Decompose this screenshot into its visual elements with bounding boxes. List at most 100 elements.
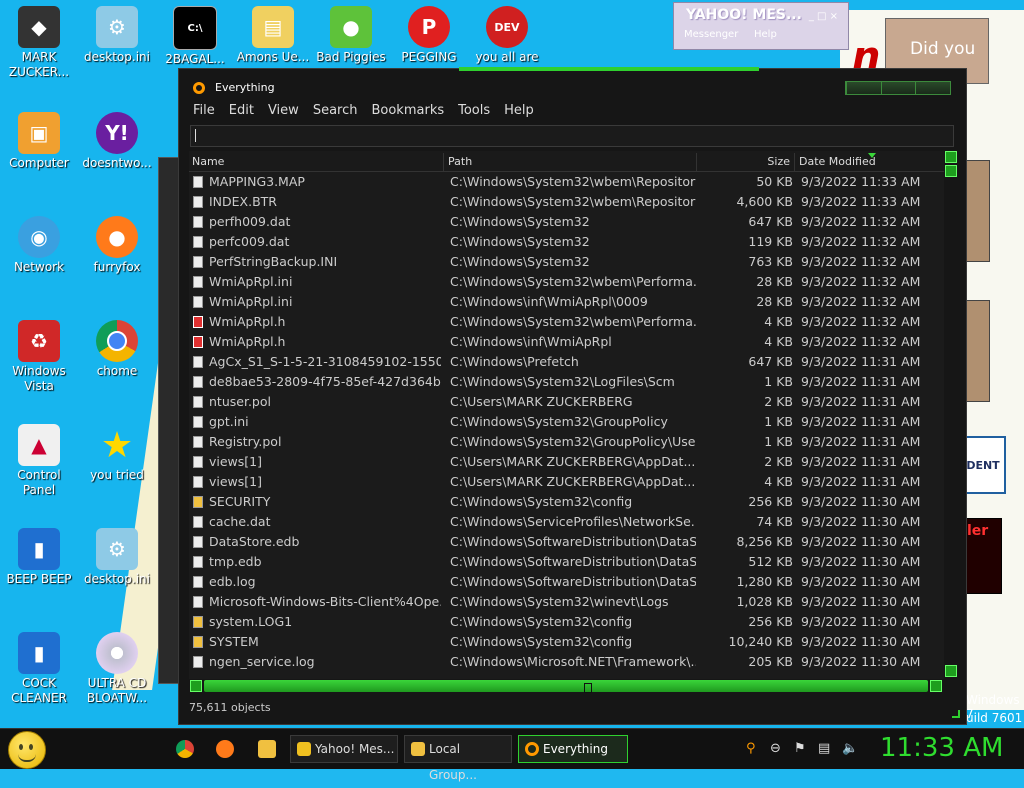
scroll-right-arrow[interactable] [930,680,942,692]
network-icon[interactable]: ▤ [818,741,830,756]
minimize-button[interactable] [846,82,881,94]
desktop-icon-windows-vista[interactable]: ♻ Windows Vista [0,320,78,394]
desktop-icon-network[interactable]: ◉ Network [0,216,78,275]
column-date-modified[interactable]: Date Modified [796,153,944,171]
task-local-group-policy[interactable]: Local Group... [404,735,512,782]
task-everything[interactable]: Everything [518,735,628,763]
table-row[interactable]: SYSTEM C:\Windows\System32\config 10,240 K… [189,632,944,652]
maximize-button[interactable] [880,82,916,94]
everything-window[interactable]: Everything File Edit View Search Bookmar… [178,67,967,725]
desktop-icon-doesntwo[interactable]: Y! doesntwo... [78,112,156,171]
file-name-cell: WmiApRpl.h [209,314,286,329]
scroll-left-arrow[interactable] [190,680,202,692]
table-row[interactable]: perfh009.dat C:\Windows\System32 647 KB 9/3… [189,212,944,232]
table-row[interactable]: system.LOG1 C:\Windows\System32\config 256… [189,612,944,632]
table-row[interactable]: Microsoft-Windows-Bits-Client%4Ope... C:\… [189,592,944,612]
table-row[interactable]: MAPPING3.MAP C:\Windows\System32\wbem\Rep… [189,172,944,192]
table-row[interactable]: WmiApRpl.h C:\Windows\System32\wbem\Perfo… [189,312,944,332]
file-icon [193,516,203,528]
menu-view[interactable]: View [268,103,299,118]
table-row[interactable]: SECURITY C:\Windows\System32\config 256 KB… [189,492,944,512]
column-path[interactable]: Path [445,153,697,171]
desktop-icon-pegging[interactable]: P PEGGING [390,6,468,65]
window-title-text: Everything [215,81,275,94]
table-row[interactable]: views[1] C:\Users\MARK ZUCKERBERG\AppDat.… [189,472,944,492]
table-row[interactable]: INDEX.BTR C:\Windows\System32\wbem\Reposi… [189,192,944,212]
table-row[interactable]: tmp.edb C:\Windows\SoftwareDistribution\D… [189,552,944,572]
desktop-icon-chome[interactable]: chome [78,320,156,379]
chrome-icon[interactable] [176,740,194,758]
table-row[interactable]: ntuser.pol C:\Users\MARK ZUCKERBERG 2 KB 9/… [189,392,944,412]
search-input[interactable] [190,125,954,147]
scroll-down-arrow[interactable] [945,665,957,677]
file-icon [193,556,203,568]
table-row[interactable]: perfc009.dat C:\Windows\System32 119 KB 9/3… [189,232,944,252]
menu-help[interactable]: Help [504,103,534,118]
table-row[interactable]: WmiApRpl.h C:\Windows\inf\WmiApRpl 4 KB 9/3… [189,332,944,352]
column-name[interactable]: Name [189,153,444,171]
desktop-icon-desktop-ini[interactable]: ⚙ desktop.ini [78,6,156,65]
column-size[interactable]: Size [698,153,795,171]
desktop-icon-you-tried[interactable]: ★ you tried [78,424,156,483]
file-icon [193,536,203,548]
desktop-icon-computer[interactable]: ▣ Computer [0,112,78,171]
menu-file[interactable]: File [193,103,215,118]
yahoo-menu-messenger[interactable]: Messenger [684,29,738,40]
file-name-cell: DataStore.edb [209,534,300,549]
desktop-icon-bad-piggies[interactable]: ● Bad Piggies [312,6,390,65]
desktop-icon-devcpp[interactable]: DEV you all are [468,6,546,65]
yahoo-messenger-window[interactable]: YAHOO! MES... _ □ × Messenger Help [673,2,849,50]
menu-tools[interactable]: Tools [458,103,490,118]
task-label: Yahoo! Mes... [315,742,395,756]
firefox-icon[interactable] [216,740,234,758]
desktop-icon-ultra-cd[interactable]: ULTRA CD BLOATW... [78,632,156,706]
table-row[interactable]: WmiApRpl.ini C:\Windows\System32\wbem\Per… [189,272,944,292]
yahoo-window-controls[interactable]: _ □ × [809,11,838,22]
volume-icon[interactable]: 🔈 [842,741,858,756]
file-date-cell: 9/3/2022 11:30 AM [801,634,921,649]
desktop-icon-amons[interactable]: ▤ Amons Ue... [234,6,312,65]
menu-bookmarks[interactable]: Bookmarks [371,103,444,118]
table-row[interactable]: de8bae53-2809-4f75-85ef-427d364b9... C:\W… [189,372,944,392]
table-row[interactable]: gpt.ini C:\Windows\System32\GroupPolicy 1 … [189,412,944,432]
menu-search[interactable]: Search [313,103,358,118]
desktop-icon-control-panel[interactable]: ▲ Control Panel [0,424,78,498]
resize-grip[interactable] [952,710,960,718]
file-date-cell: 9/3/2022 11:32 AM [801,294,921,309]
desktop-icon-mark-zucker[interactable]: ◆ MARK ZUCKER... [0,6,78,80]
task-yahoo-messenger[interactable]: Yahoo! Mes... [290,735,398,763]
vertical-scrollbar[interactable] [944,151,958,679]
desktop-icon-label: Computer [9,156,69,170]
table-row[interactable]: views[1] C:\Users\MARK ZUCKERBERG\AppDat.… [189,452,944,472]
file-path-cell: C:\Windows\System32\LogFiles\Scm [450,374,675,389]
desktop-icon-cock-cleaner[interactable]: ▮ COCK CLEANER [0,632,78,706]
scroll-thumb[interactable] [945,165,957,177]
menu-edit[interactable]: Edit [229,103,254,118]
table-row[interactable]: WmiApRpl.ini C:\Windows\inf\WmiApRpl\0009… [189,292,944,312]
desktop-icon-furryfox[interactable]: ● furryfox [78,216,156,275]
wallpaper-photo [964,160,990,262]
table-row[interactable]: Registry.pol C:\Windows\System32\GroupPol… [189,432,944,452]
folder-icon[interactable] [258,740,276,758]
table-row[interactable]: DataStore.edb C:\Windows\SoftwareDistribu… [189,532,944,552]
results-list[interactable]: Name Path Size Date Modified MAPPING3.MA… [189,151,944,679]
close-button[interactable] [915,82,951,94]
flag-icon[interactable]: ⚑ [794,741,806,756]
file-path-cell: C:\Windows\System32 [450,214,590,229]
desktop-icon-2bagal[interactable]: C:\ 2BAGAL... [156,6,234,67]
desktop-icon-desktop-ini-2[interactable]: ⚙ desktop.ini [78,528,156,587]
table-row[interactable]: PerfStringBackup.INI C:\Windows\System32 7… [189,252,944,272]
table-row[interactable]: ngen_service.log C:\Windows\Microsoft.NET… [189,652,944,672]
table-row[interactable]: cache.dat C:\Windows\ServiceProfiles\Netw… [189,512,944,532]
horizontal-scrollbar[interactable] [190,679,943,693]
table-row[interactable]: edb.log C:\Windows\SoftwareDistribution\D… [189,572,944,592]
yahoo-menu-help[interactable]: Help [754,29,777,40]
desktop-icon-beep-beep[interactable]: ▮ BEEP BEEP [0,528,78,587]
minus-icon[interactable]: ⊖ [770,741,781,756]
start-button[interactable] [8,731,46,769]
horizontal-scroll-thumb[interactable] [204,680,928,693]
clock[interactable]: 11:33 AM [880,733,1003,763]
search-icon[interactable]: ⚲ [746,741,756,756]
scroll-up-arrow[interactable] [945,151,957,163]
table-row[interactable]: AgCx_S1_S-1-5-21-3108459102-1550... C:\Wi… [189,352,944,372]
